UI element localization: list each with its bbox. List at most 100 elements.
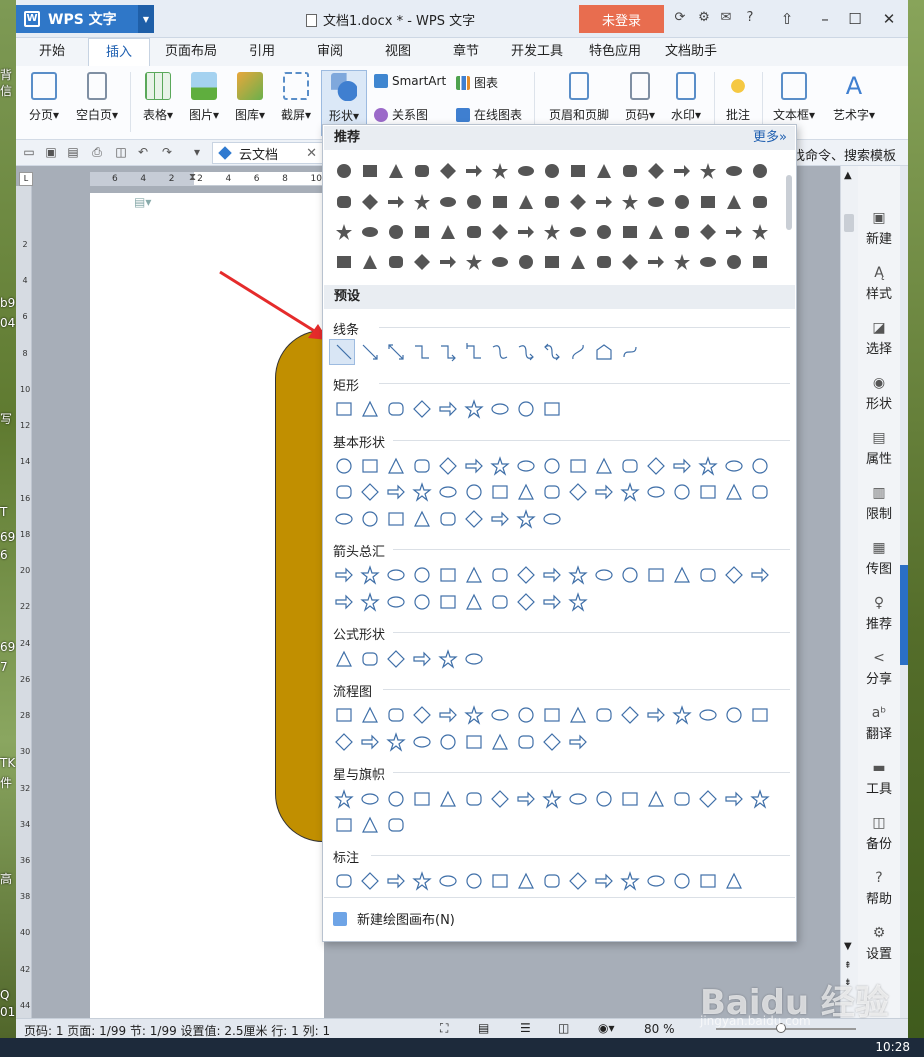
shape-option[interactable] [721,453,747,479]
shape-option[interactable] [383,786,409,812]
shape-option[interactable] [435,562,461,588]
shape-option[interactable] [331,479,357,505]
shape-option[interactable] [331,702,357,728]
shape-option[interactable] [695,158,721,184]
shape-option[interactable] [383,396,409,422]
shape-option[interactable] [643,249,669,275]
pane-upload-image[interactable]: ▦ 传图 [858,540,900,577]
shape-option[interactable] [565,589,591,615]
cloud-doc-tab[interactable]: 云文档 ✕ [212,142,324,164]
shape-option[interactable] [331,562,357,588]
shape-option[interactable] [539,589,565,615]
shape-option[interactable] [357,453,383,479]
shape-option[interactable] [695,786,721,812]
shape-option[interactable] [721,702,747,728]
shape-option[interactable] [617,868,643,894]
shape-option[interactable] [591,453,617,479]
scroll-thumb[interactable] [844,214,854,232]
shape-option[interactable] [695,868,721,894]
picture-button[interactable]: 图片▾ [182,70,226,136]
shape-option[interactable] [539,219,565,245]
vertical-scrollbar[interactable]: ▲ ▼ ⇞ ⇟ [840,166,858,1018]
shape-option[interactable] [669,562,695,588]
shape-option[interactable] [383,702,409,728]
shape-option[interactable] [617,158,643,184]
blank-page-button[interactable]: 空白页▾ [70,70,124,136]
shape-option[interactable] [435,479,461,505]
shape-option[interactable] [331,589,357,615]
drawn-shape[interactable] [275,330,325,842]
shape-option[interactable] [435,339,461,365]
shape-option[interactable] [409,219,435,245]
shape-option[interactable] [591,339,617,365]
shape-option[interactable] [643,479,669,505]
indent-marker[interactable]: ⧗ [189,172,199,190]
shape-option[interactable] [721,158,747,184]
shape-option[interactable] [617,453,643,479]
shape-option[interactable] [435,453,461,479]
shape-option[interactable] [383,453,409,479]
shape-option[interactable] [461,158,487,184]
tab-view[interactable]: 视图 [374,38,422,66]
shape-option[interactable] [357,589,383,615]
pane-settings[interactable]: ⚙ 设置 [858,925,900,962]
outline-view-icon[interactable]: ☰ [520,1021,531,1035]
shape-option[interactable] [383,339,409,365]
shape-option[interactable] [487,249,513,275]
tab-references[interactable]: 引用 [238,38,286,66]
shape-option[interactable] [747,479,773,505]
shape-option[interactable] [539,702,565,728]
minimize-button[interactable]: – [812,8,838,30]
close-button[interactable]: ✕ [876,8,902,30]
shape-option[interactable] [461,189,487,215]
shape-option[interactable] [539,339,565,365]
shape-option[interactable] [357,479,383,505]
shape-option[interactable] [695,453,721,479]
redo-icon[interactable]: ↷ [160,145,174,159]
shape-option[interactable] [513,702,539,728]
shape-option[interactable] [409,339,435,365]
undo-icon[interactable]: ↶ [136,145,150,159]
shape-option[interactable] [409,562,435,588]
shape-option[interactable] [643,158,669,184]
shape-option[interactable] [383,219,409,245]
shape-option[interactable] [643,786,669,812]
shape-option[interactable] [617,219,643,245]
shape-option[interactable] [383,479,409,505]
tab-page-layout[interactable]: 页面布局 [156,38,226,66]
pane-style[interactable]: Ą 样式 [858,265,900,302]
shape-option[interactable] [331,453,357,479]
shape-option[interactable] [409,158,435,184]
zoom-slider[interactable] [716,1028,856,1030]
shape-option[interactable] [357,339,383,365]
shape-option[interactable] [435,506,461,532]
shape-option[interactable] [409,646,435,672]
shape-option[interactable] [539,396,565,422]
shape-option[interactable] [331,158,357,184]
wps-app-menu-button[interactable]: W WPS 文字 [16,5,138,33]
shape-option[interactable] [539,562,565,588]
shape-option[interactable] [357,506,383,532]
tab-doc-assistant[interactable]: 文档助手 [656,38,726,66]
pane-help[interactable]: ? 帮助 [858,870,900,907]
pane-select[interactable]: ◪ 选择 [858,320,900,357]
pane-translate[interactable]: aᵇ 翻译 [858,705,900,742]
shape-option[interactable] [695,702,721,728]
shape-option[interactable] [669,249,695,275]
shape-option[interactable] [487,339,513,365]
shape-option[interactable] [695,219,721,245]
shape-option[interactable] [669,786,695,812]
shape-option[interactable] [357,646,383,672]
shape-option[interactable] [435,702,461,728]
shape-option[interactable] [435,868,461,894]
shape-option[interactable] [409,453,435,479]
shape-option[interactable] [383,562,409,588]
shape-option[interactable] [539,158,565,184]
tab-review[interactable]: 审阅 [306,38,354,66]
screenshot-button[interactable]: 截屏▾ [274,70,318,136]
feedback-icon[interactable]: ✉ [718,10,734,26]
tab-developer[interactable]: 开发工具 [502,38,572,66]
shape-option[interactable] [669,189,695,215]
shape-option[interactable] [617,249,643,275]
new-drawing-canvas-item[interactable]: 新建绘图画布(N) [333,909,455,928]
